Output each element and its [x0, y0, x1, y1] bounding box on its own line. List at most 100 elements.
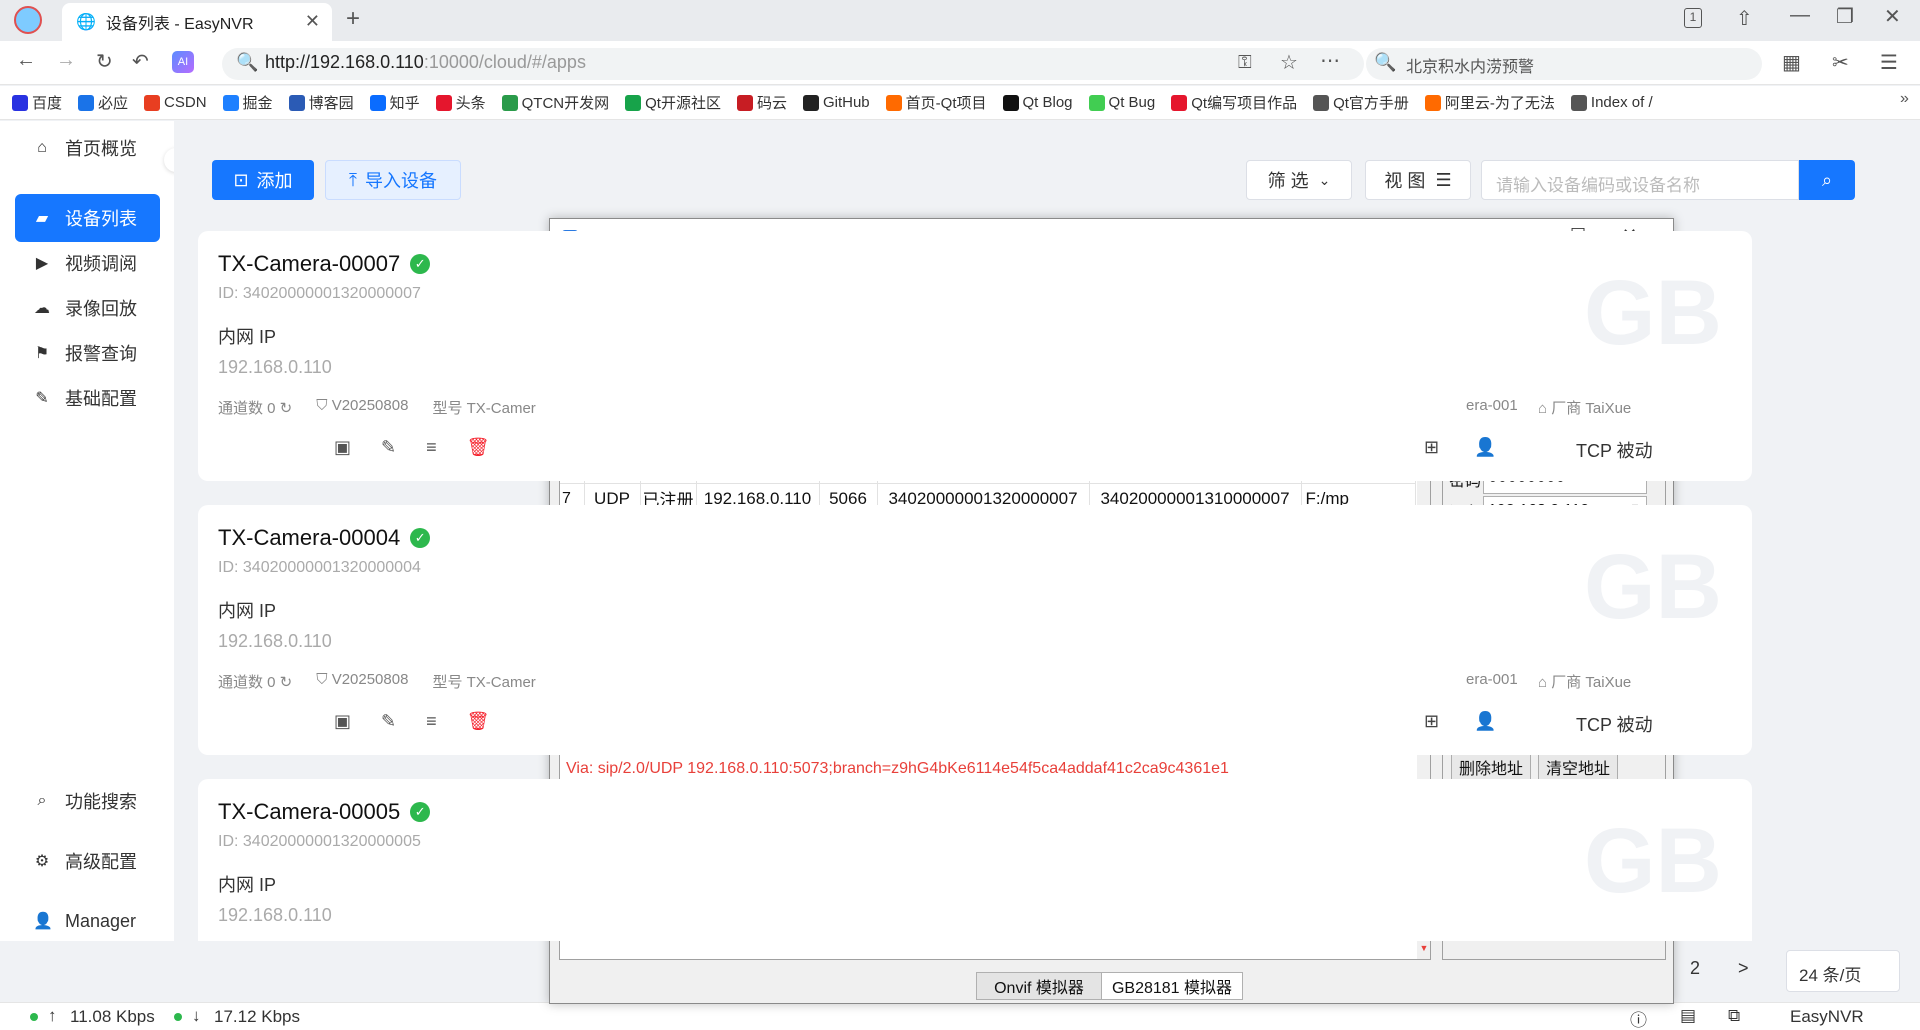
- device-title: TX-Camera-00005 ✓: [218, 799, 431, 825]
- reload-icon[interactable]: ↻: [96, 49, 113, 74]
- delete-icon[interactable]: 🗑: [467, 711, 490, 732]
- import-device-button[interactable]: ⤒ 导入设备: [325, 160, 461, 200]
- bookmark-item[interactable]: Qt Blog: [1002, 94, 1073, 111]
- play-video-icon[interactable]: ▣: [334, 437, 351, 458]
- detail-list-icon[interactable]: ≡: [426, 437, 437, 458]
- apps-grid-icon[interactable]: ▦: [1782, 50, 1801, 75]
- bookmark-favicon-icon: [435, 94, 452, 111]
- user-icon[interactable]: 👤: [1474, 437, 1496, 458]
- tab-count-icon[interactable]: 1: [1684, 8, 1702, 28]
- panel-button-2[interactable]: 删除地址: [1451, 751, 1531, 782]
- sidebar-item-2[interactable]: ▶ 视频调阅: [15, 239, 160, 287]
- close-window-icon[interactable]: ✕: [1884, 4, 1901, 29]
- user-icon[interactable]: 👤: [1474, 711, 1496, 732]
- minimize-icon[interactable]: —: [1790, 4, 1810, 27]
- new-tab-icon[interactable]: +: [346, 5, 360, 33]
- doc-icon[interactable]: ▤: [1680, 1006, 1696, 1026]
- bookmark-item[interactable]: Qt开源社区: [625, 92, 721, 113]
- bookmark-item[interactable]: 头条: [435, 92, 486, 113]
- screen-icon[interactable]: ⧉: [1728, 1006, 1740, 1026]
- star-icon[interactable]: ☆: [1280, 50, 1298, 75]
- filter-button[interactable]: 筛 选 ⌄: [1246, 160, 1352, 200]
- bookmark-item[interactable]: Qt官方手册: [1313, 92, 1409, 113]
- bookmark-item[interactable]: 首页-Qt项目: [885, 92, 987, 113]
- add-button[interactable]: ⊡ 添加: [212, 160, 314, 200]
- refresh-icon[interactable]: ↻: [276, 400, 293, 417]
- bookmark-item[interactable]: Qt Bug: [1088, 94, 1155, 111]
- per-page-select[interactable]: 24 条/页: [1786, 950, 1900, 992]
- sidebar-item-0[interactable]: ⌂ 首页概览: [15, 124, 160, 172]
- detail-list-icon[interactable]: ≡: [426, 711, 437, 732]
- restore-icon[interactable]: ❐: [1836, 4, 1854, 29]
- forward-icon[interactable]: →: [56, 49, 76, 72]
- status-bar: ↑ 11.08 Kbps ↓ 17.12 Kbps ⓘ ▤ ⧉ EasyNVR: [0, 1002, 1920, 1030]
- transport-mode: TCP 被动: [1576, 715, 1653, 735]
- bookmark-item[interactable]: 必应: [78, 92, 128, 113]
- ai-icon[interactable]: AI: [172, 51, 194, 73]
- sidebar-item-4[interactable]: ⚑ 报警查询: [15, 329, 160, 377]
- url-search-icon: 🔍: [236, 52, 259, 72]
- upload-speed: 11.08 Kbps: [70, 1007, 155, 1026]
- grid-icon[interactable]: ⊞: [1424, 437, 1439, 458]
- play-video-icon[interactable]: ▣: [334, 711, 351, 732]
- bookmark-item[interactable]: 百度: [12, 92, 62, 113]
- channel-count: 通道数 0 ↻: [218, 400, 293, 417]
- sidebar-bottom-item-2[interactable]: 👤 Manager: [15, 897, 160, 945]
- gb-watermark-icon: GB: [1584, 810, 1722, 912]
- browser-search-text[interactable]: 北京积水内涝预警: [1406, 53, 1534, 77]
- bookmark-item[interactable]: 博客园: [288, 92, 354, 113]
- page-number[interactable]: 2: [1690, 958, 1700, 979]
- bookmark-item[interactable]: CSDN: [144, 94, 207, 111]
- device-search-button[interactable]: ⌕: [1799, 160, 1855, 200]
- menu-icon[interactable]: ☰: [1880, 50, 1898, 75]
- bookmark-item[interactable]: 阿里云-为了无法: [1424, 92, 1555, 113]
- sidebar-item-1[interactable]: ▰ 设备列表: [15, 194, 160, 242]
- undo-icon[interactable]: ↶: [132, 49, 149, 74]
- tab-onvif[interactable]: Onvif 模拟器: [976, 972, 1102, 1000]
- bookmark-item[interactable]: 码云: [736, 92, 787, 113]
- bookmark-item[interactable]: Index of /: [1570, 94, 1653, 111]
- sidebar-item-3[interactable]: ☁ 录像回放: [15, 284, 160, 332]
- device-card[interactable]: TX-Camera-00007 ✓ ID: 34020000001320000007…: [198, 231, 1752, 481]
- browser-avatar-icon[interactable]: [14, 6, 42, 34]
- back-icon[interactable]: ←: [16, 49, 36, 72]
- more-icon[interactable]: ⋯: [1320, 48, 1340, 73]
- grid-icon[interactable]: ⊞: [1424, 711, 1439, 732]
- cloud-icon: ☁: [34, 300, 50, 317]
- play-icon: ▶: [35, 255, 49, 272]
- bookmark-item[interactable]: QTCN开发网: [501, 92, 609, 113]
- bookmark-item[interactable]: Qt编写项目作品: [1171, 92, 1297, 113]
- device-card[interactable]: TX-Camera-00004 ✓ ID: 34020000001320000004…: [198, 505, 1752, 755]
- bookmark-item[interactable]: 掘金: [222, 92, 273, 113]
- bookmark-favicon-icon: [288, 94, 305, 111]
- lan-ip-value: 192.168.0.110: [218, 357, 332, 377]
- sidebar-item-5[interactable]: ✎ 基础配置: [15, 374, 160, 422]
- model-tag-tail: era-001: [1466, 671, 1518, 688]
- bookmark-favicon-icon: [736, 94, 753, 111]
- key-icon[interactable]: ⚿: [1238, 52, 1252, 73]
- edit-icon[interactable]: ✎: [381, 437, 396, 458]
- tab-gb28181[interactable]: GB28181 模拟器: [1101, 972, 1243, 1000]
- sidebar-bottom-item-1[interactable]: ⚙ 高级配置: [15, 837, 160, 885]
- help-icon[interactable]: ⓘ: [1630, 1006, 1647, 1030]
- model-tag-tail: era-001: [1466, 397, 1518, 414]
- device-search-input[interactable]: 请输入设备编码或设备名称: [1481, 160, 1799, 200]
- bookmark-item[interactable]: GitHub: [802, 94, 870, 111]
- edit-icon[interactable]: ✎: [381, 711, 396, 732]
- next-page-icon[interactable]: >: [1738, 958, 1749, 979]
- bookmarks-more-icon[interactable]: »: [1900, 90, 1909, 108]
- pin-icon[interactable]: ⇧: [1736, 6, 1753, 31]
- refresh-icon[interactable]: ↻: [276, 674, 293, 691]
- view-button[interactable]: 视 图 ☰: [1365, 160, 1471, 200]
- device-card[interactable]: TX-Camera-00005 ✓ ID: 34020000001320000005…: [198, 779, 1752, 941]
- delete-icon[interactable]: 🗑: [467, 437, 490, 458]
- bookmark-item[interactable]: 知乎: [369, 92, 420, 113]
- sidebar-bottom-item-0[interactable]: ⌕ 功能搜索: [15, 777, 160, 825]
- browser-tab[interactable]: 🌐 设备列表 - EasyNVR ✕: [62, 3, 332, 41]
- url-text[interactable]: http://192.168.0.110:10000/cloud/#/apps: [265, 52, 586, 73]
- scissors-icon[interactable]: ✂: [1832, 50, 1849, 75]
- online-check-icon: ✓: [410, 254, 431, 274]
- upload-dot-icon: [30, 1013, 38, 1021]
- close-tab-icon[interactable]: ✕: [305, 11, 320, 32]
- panel-button-3[interactable]: 清空地址: [1538, 751, 1618, 782]
